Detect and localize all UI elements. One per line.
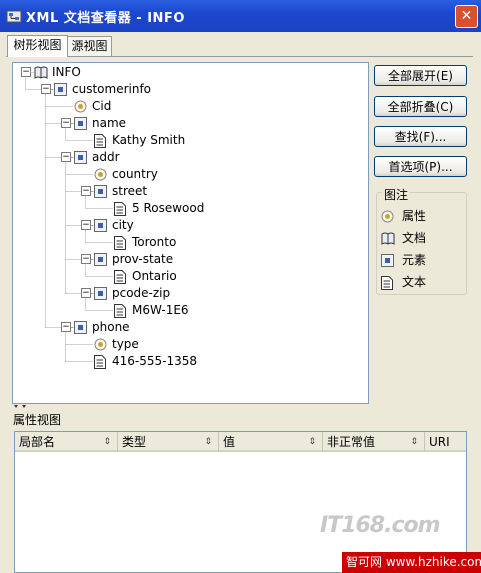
sort-icon: ⇕ (204, 437, 212, 447)
element-icon (94, 253, 107, 271)
element-icon (74, 151, 87, 169)
tree-node-label: addr (92, 150, 120, 164)
tree-connector-lines (25, 72, 114, 362)
column-label: 局部名 (19, 435, 56, 449)
element-icon (74, 117, 87, 135)
splitter-handle[interactable] (0, 404, 481, 410)
element-icon (54, 83, 67, 101)
legend-label-element: 元素 (402, 253, 427, 267)
tree-node-label: Toronto (132, 235, 177, 249)
tree-node-label: Cid (92, 99, 112, 113)
watermark-logo: IT168.com (320, 513, 441, 538)
tab-tree-view[interactable]: 树形视图 (7, 35, 68, 57)
legend-label-text: 文本 (402, 275, 427, 289)
collapse-toggle-icon[interactable]: − (61, 152, 71, 162)
tree-node-label: city (112, 218, 134, 232)
tree-node-label: prov-state (112, 252, 174, 266)
collapse-toggle-icon[interactable]: − (21, 67, 31, 77)
tree-node-label: M6W-1E6 (132, 303, 189, 317)
preferences-button[interactable]: 首选项(P)... (374, 156, 467, 177)
column-label: URI (429, 435, 450, 449)
text-icon (381, 276, 393, 290)
column-header-local-name[interactable]: 局部名 ⇕ (15, 432, 118, 452)
tree-node-label: street (112, 184, 148, 198)
close-button[interactable]: ✕ (455, 5, 478, 28)
expand-all-button[interactable]: 全部展开(E) (374, 65, 467, 86)
watermark-site: 智可网 www.hzhike.com (342, 552, 481, 573)
tree-node-label: INFO (52, 65, 81, 79)
sort-icon: ⇕ (410, 437, 418, 447)
tree-node-label: Ontario (132, 269, 177, 283)
attribute-icon (74, 100, 87, 118)
tab-divider (6, 56, 473, 57)
tree-node-label: 5 Rosewood (132, 201, 205, 215)
element-icon (94, 287, 107, 305)
tree-node-label: Kathy Smith (112, 133, 186, 147)
element-icon (94, 219, 107, 237)
watermark-site-text: 智可网 www.hzhike.com (346, 555, 481, 569)
tree-node-label: type (112, 337, 139, 351)
collapse-toggle-icon[interactable]: − (81, 254, 91, 264)
collapse-toggle-icon[interactable]: − (41, 84, 51, 94)
collapse-toggle-icon[interactable]: − (81, 220, 91, 230)
splitter-arrows-icon (14, 405, 26, 408)
title-bar: XML 文档查看器 - INFO ✕ (0, 0, 481, 32)
column-header-value[interactable]: 值 ⇕ (219, 432, 323, 452)
tree-node-label: phone (92, 320, 130, 334)
element-icon (74, 321, 87, 339)
collapse-toggle-icon[interactable]: − (81, 288, 91, 298)
column-header-abnormal-value[interactable]: 非正常值 ⇕ (323, 432, 425, 452)
legend-label-document: 文档 (402, 231, 427, 245)
element-icon (381, 254, 394, 267)
tree-node-label: 416-555-1358 (112, 354, 198, 368)
legend-label-attribute: 属性 (402, 209, 427, 223)
sort-icon: ⇕ (103, 437, 111, 447)
attribute-icon (94, 338, 107, 356)
tree-node-label: country (112, 167, 158, 181)
text-icon (94, 355, 106, 374)
collapse-toggle-icon[interactable]: − (61, 322, 71, 332)
column-label: 值 (223, 435, 236, 449)
tree-node-label: customerinfo (72, 82, 152, 96)
tab-source-view[interactable]: 源视图 (67, 36, 112, 57)
element-icon (94, 185, 107, 203)
attribute-icon (94, 168, 107, 186)
legend-title: 图注 (382, 186, 411, 203)
attribute-icon (381, 210, 394, 223)
attribute-view-title: 属性视图 (13, 413, 62, 427)
xml-viewer-app-icon (6, 10, 22, 23)
sort-icon: ⇕ (308, 437, 316, 447)
column-label: 非正常值 (327, 435, 376, 449)
column-header-uri[interactable]: URI (425, 432, 466, 452)
find-button[interactable]: 查找(F)... (374, 126, 467, 147)
window-title: XML 文档查看器 - INFO (26, 11, 185, 26)
tree-node-label: pcode-zip (112, 286, 171, 300)
document-icon (381, 232, 395, 245)
tree-panel[interactable]: − INFO − customerinfo Cid − name Kathy Smith − ad… (12, 62, 369, 404)
document-icon (34, 66, 48, 84)
tree-node-label: name (92, 116, 127, 130)
collapse-all-button[interactable]: 全部折叠(C) (374, 96, 467, 117)
column-label: 类型 (122, 435, 147, 449)
collapse-toggle-icon[interactable]: − (61, 118, 71, 128)
column-header-type[interactable]: 类型 ⇕ (118, 432, 219, 452)
collapse-toggle-icon[interactable]: − (81, 186, 91, 196)
